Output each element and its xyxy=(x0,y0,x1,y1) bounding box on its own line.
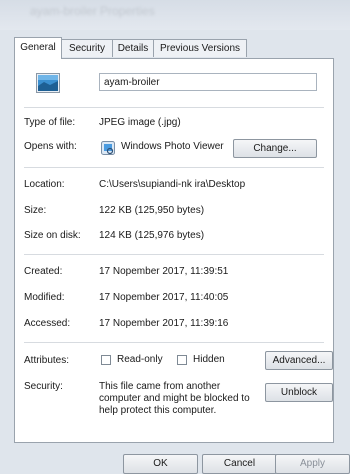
size-value: 122 KB (125,950 bytes) xyxy=(99,205,205,216)
photo-viewer-icon xyxy=(101,141,115,155)
created-label: Created: xyxy=(24,266,63,277)
tab-details[interactable]: Details xyxy=(112,39,154,57)
general-panel: ayam-broiler Type of file: JPEG image (.… xyxy=(14,58,334,443)
advanced-button[interactable]: Advanced... xyxy=(265,351,333,370)
modified-label: Modified: xyxy=(24,292,65,303)
security-message: This file came from another computer and… xyxy=(99,381,250,416)
divider xyxy=(24,342,324,343)
image-file-icon xyxy=(36,73,60,93)
modified-value: 17 Nopember 2017, 11:40:05 xyxy=(99,292,229,303)
unblock-button[interactable]: Unblock xyxy=(265,383,333,402)
created-value: 17 Nopember 2017, 11:39:51 xyxy=(99,266,229,277)
divider xyxy=(24,167,324,168)
change-button[interactable]: Change... xyxy=(233,139,317,158)
size-on-disk-label: Size on disk: xyxy=(24,230,81,241)
ok-button[interactable]: OK xyxy=(123,454,198,474)
accessed-label: Accessed: xyxy=(24,318,71,329)
hidden-checkbox[interactable] xyxy=(177,355,187,365)
hidden-label: Hidden xyxy=(193,354,225,365)
file-name-input[interactable]: ayam-broiler xyxy=(99,73,317,91)
security-label: Security: xyxy=(24,381,63,392)
type-label: Type of file: xyxy=(24,117,76,128)
divider xyxy=(24,254,324,255)
opens-with-value: Windows Photo Viewer xyxy=(121,141,224,152)
attributes-label: Attributes: xyxy=(24,355,70,366)
tab-general[interactable]: General xyxy=(14,37,62,59)
opens-with-label: Opens with: xyxy=(24,141,77,152)
cancel-button[interactable]: Cancel xyxy=(202,454,277,474)
readonly-label: Read-only xyxy=(117,354,163,365)
tab-security[interactable]: Security xyxy=(61,39,113,57)
location-label: Location: xyxy=(24,179,65,190)
divider xyxy=(24,107,324,108)
accessed-value: 17 Nopember 2017, 11:39:16 xyxy=(99,318,229,329)
readonly-checkbox[interactable] xyxy=(101,355,111,365)
window-title: ayam-broiler Properties xyxy=(30,4,155,18)
apply-button[interactable]: Apply xyxy=(275,454,350,474)
size-label: Size: xyxy=(24,205,47,216)
tab-previous-versions[interactable]: Previous Versions xyxy=(153,39,247,57)
location-value: C:\Users\supiandi-nk ira\Desktop xyxy=(99,179,246,190)
type-value: JPEG image (.jpg) xyxy=(99,117,181,128)
size-on-disk-value: 124 KB (125,976 bytes) xyxy=(99,230,205,241)
title-bar: ayam-broiler Properties xyxy=(0,0,350,30)
